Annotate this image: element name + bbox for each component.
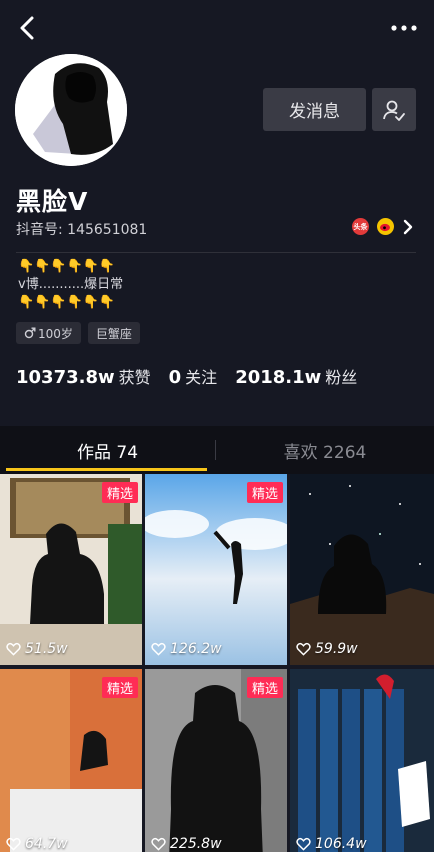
video-likes-count: 225.8w: [170, 836, 222, 852]
following-label[interactable]: 关注: [185, 364, 217, 388]
heart-icon: [296, 837, 311, 851]
video-likes: 106.4w: [296, 836, 367, 852]
featured-badge: 精选: [246, 677, 283, 698]
heart-icon: [6, 642, 21, 656]
bio-line: 👇👇👇👇👇👇: [18, 295, 116, 310]
male-icon: [24, 327, 36, 339]
zodiac-tag: 巨蟹座: [87, 322, 140, 344]
likes-label: 获赞: [118, 368, 151, 387]
featured-badge: 精选: [101, 482, 138, 503]
tab-liked[interactable]: 喜欢 2264: [216, 426, 434, 474]
bio-line: 👇👇👇👇👇👇: [18, 259, 116, 274]
age-label: 100岁: [38, 326, 73, 341]
heart-icon: [151, 642, 166, 656]
fans-count[interactable]: 2018.1w: [235, 367, 321, 388]
bio: 👇👇👇👇👇👇 v博...........爆日常 👇👇👇👇👇👇: [18, 258, 123, 312]
video-thumbnail[interactable]: 59.9w: [290, 474, 434, 665]
heart-icon: [151, 837, 166, 851]
video-thumbnail[interactable]: 精选 126.2w: [145, 474, 287, 665]
fans-label[interactable]: 粉丝: [325, 364, 357, 388]
thumbnail-image: [290, 669, 434, 852]
video-likes: 225.8w: [151, 836, 222, 852]
heart-icon: [6, 837, 21, 851]
video-thumbnail[interactable]: 精选 64.7w: [0, 669, 142, 852]
profile-tags: 100岁 巨蟹座: [16, 322, 140, 344]
video-likes-count: 126.2w: [170, 641, 222, 657]
divider: [16, 252, 416, 253]
active-tab-indicator: [6, 468, 207, 471]
video-likes-count: 106.4w: [315, 836, 367, 852]
heart-icon: [296, 642, 311, 656]
video-likes: 64.7w: [6, 836, 68, 852]
featured-badge: 精选: [246, 482, 283, 503]
user-check-icon: [383, 100, 405, 121]
linked-accounts[interactable]: 头条: [352, 218, 414, 235]
avatar[interactable]: [15, 54, 127, 166]
avatar-image: [15, 54, 127, 166]
more-options-icon[interactable]: [390, 20, 418, 36]
tab-works[interactable]: 作品 74: [0, 426, 215, 474]
douyin-id: 抖音号: 145651081: [16, 222, 148, 238]
top-bar: [0, 0, 434, 58]
bio-line: v博...........爆日常: [18, 277, 124, 292]
thumbnail-image: [290, 474, 434, 665]
video-likes: 51.5w: [6, 641, 68, 657]
video-likes-count: 64.7w: [25, 836, 68, 852]
video-likes-count: 59.9w: [315, 641, 358, 657]
add-friend-button[interactable]: [372, 88, 416, 131]
likes-count: 10373.8w: [16, 367, 115, 388]
send-message-button[interactable]: 发消息: [263, 88, 366, 131]
video-likes: 126.2w: [151, 641, 222, 657]
video-likes: 59.9w: [296, 641, 358, 657]
video-thumbnail[interactable]: 106.4w: [290, 669, 434, 852]
weibo-icon[interactable]: [377, 218, 394, 235]
profile-stats: 10373.8w 获赞 0 关注 2018.1w 粉丝: [16, 364, 375, 388]
back-arrow-icon[interactable]: [14, 14, 42, 42]
video-thumbnail[interactable]: 精选 51.5w: [0, 474, 142, 665]
toutiao-icon[interactable]: 头条: [352, 218, 369, 235]
video-thumbnail[interactable]: 精选 225.8w: [145, 669, 287, 852]
video-grid: 精选 51.5w 精选 126.2w 59.9w 精选 64.7w 精选 225…: [0, 474, 434, 852]
featured-badge: 精选: [101, 677, 138, 698]
chevron-right-icon[interactable]: [402, 219, 414, 235]
age-tag: 100岁: [16, 322, 81, 344]
video-likes-count: 51.5w: [25, 641, 68, 657]
content-tabs: 作品 74 喜欢 2264: [0, 426, 434, 474]
profile-name: 黑脸V: [16, 187, 89, 216]
following-count[interactable]: 0: [169, 367, 182, 388]
